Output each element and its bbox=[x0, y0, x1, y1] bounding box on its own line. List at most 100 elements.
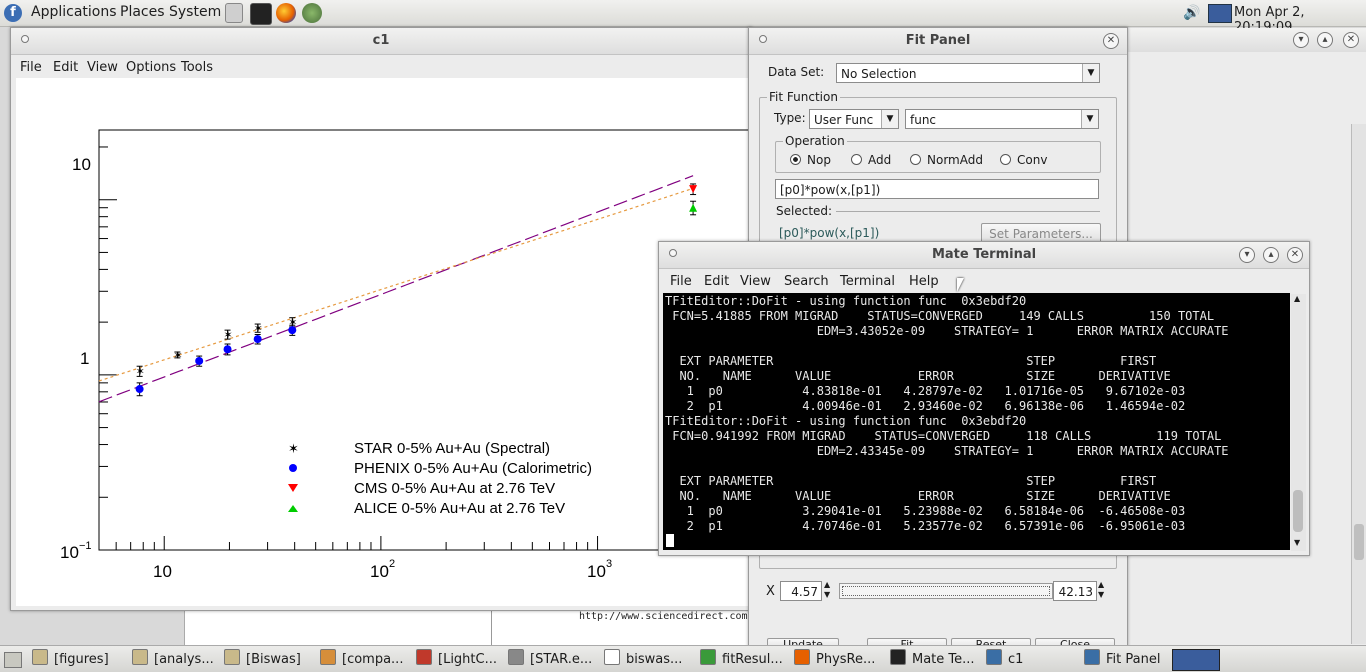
operation-normadd-label: NormAdd bbox=[927, 153, 983, 167]
terminal-menu-terminal[interactable]: Terminal bbox=[840, 274, 895, 289]
operation-add-label: Add bbox=[868, 153, 892, 167]
terminal-menu-help[interactable]: Help bbox=[909, 274, 939, 289]
terminal-scrollbar[interactable]: ▲ ▼ bbox=[1291, 294, 1306, 551]
scrollbar-thumb[interactable] bbox=[1354, 524, 1364, 560]
y-tick-label-0.1-exp: −1 bbox=[79, 540, 92, 552]
text-editor-launcher-icon[interactable] bbox=[225, 3, 243, 23]
system-menu[interactable]: System bbox=[169, 4, 221, 20]
data-set-label: Data Set: bbox=[768, 65, 825, 79]
data-set-value: No Selection bbox=[841, 67, 917, 81]
taskbar-app-icon bbox=[320, 649, 336, 665]
operation-normadd-radio[interactable]: NormAdd bbox=[910, 153, 983, 167]
x-max-spin-icon[interactable]: ▲ ▼ bbox=[1098, 580, 1104, 600]
taskbar-item[interactable]: Fit Panel bbox=[1084, 649, 1184, 669]
terminal-line: NO. NAME VALUE ERROR SIZE DERIVATIVE bbox=[665, 369, 1171, 383]
places-menu[interactable]: Places bbox=[120, 4, 165, 20]
operation-conv-radio[interactable]: Conv bbox=[1000, 153, 1047, 167]
data-point-phenix bbox=[253, 335, 262, 344]
operation-add-radio[interactable]: Add bbox=[851, 153, 891, 167]
operation-nop-radio[interactable]: Nop bbox=[790, 153, 831, 167]
taskbar-item[interactable]: c1 bbox=[986, 649, 1080, 669]
terminal-titlebar[interactable]: Mate Terminal ▾ ▴ ✕ bbox=[659, 242, 1309, 269]
formula-input[interactable]: [p0]*pow(x,[p1]) bbox=[775, 179, 1099, 199]
taskbar-item[interactable]: [Biswas] bbox=[224, 649, 318, 669]
workspace-switcher[interactable] bbox=[1172, 649, 1220, 671]
taskbar-item[interactable]: Mate Te... bbox=[890, 649, 984, 669]
chevron-down-icon[interactable]: ▼ bbox=[881, 110, 898, 128]
taskbar-item[interactable]: fitResul... bbox=[700, 649, 794, 669]
plot-canvas[interactable]: ✶ ✶ ✶ ✶ ✶ 10 1 10 −1 10 10 2 10 3 ✶ STAR 0-5… bbox=[16, 78, 750, 606]
terminal-menu-view[interactable]: View bbox=[740, 274, 771, 289]
taskbar-item-label: [analys... bbox=[154, 652, 214, 667]
x-min-input[interactable]: 4.57 bbox=[780, 581, 822, 601]
taskbar-item-label: [compa... bbox=[342, 652, 404, 667]
data-set-combo[interactable]: No Selection ▼ bbox=[836, 63, 1100, 83]
taskbar-item[interactable]: PhysRe... bbox=[794, 649, 888, 669]
x-tick-label-10: 10 bbox=[153, 562, 172, 581]
close-icon[interactable]: ✕ bbox=[1343, 32, 1359, 48]
scroll-up-icon[interactable]: ▲ bbox=[1294, 294, 1300, 303]
taskbar-app-icon bbox=[1084, 649, 1100, 665]
legend-marker-star: ✶ bbox=[288, 442, 299, 457]
y-tick-label-0.1-base: 10 bbox=[60, 543, 79, 562]
chevron-down-icon[interactable]: ▼ bbox=[1082, 64, 1099, 82]
background-scrollbar[interactable] bbox=[1351, 124, 1366, 644]
canvas-titlebar[interactable]: c1 bbox=[11, 28, 751, 55]
taskbar-item[interactable]: [compa... bbox=[320, 649, 414, 669]
close-icon[interactable]: ✕ bbox=[1103, 33, 1119, 49]
taskbar-item[interactable]: [LightC... bbox=[416, 649, 510, 669]
fit-panel-title: Fit Panel bbox=[905, 33, 971, 48]
legend-label-cms: CMS 0-5% Au+Au at 2.76 TeV bbox=[354, 480, 555, 497]
top-panel: f Applications Places System 🔊 Mon Apr 2… bbox=[0, 0, 1366, 35]
function-combo[interactable]: func ▼ bbox=[905, 109, 1099, 129]
applications-menu[interactable]: Applications bbox=[31, 4, 117, 20]
data-point-star: ✶ bbox=[224, 328, 233, 341]
taskbar-item-label: [figures] bbox=[54, 652, 109, 667]
plot-svg: ✶ ✶ ✶ ✶ ✶ 10 1 10 −1 10 10 2 10 3 ✶ STAR 0-5… bbox=[60, 129, 750, 581]
x-min-spin-icon[interactable]: ▲ ▼ bbox=[824, 580, 830, 600]
terminal-line: NO. NAME VALUE ERROR SIZE DERIVATIVE bbox=[665, 489, 1171, 503]
minimize-icon[interactable]: ▾ bbox=[1239, 247, 1255, 263]
taskbar-item[interactable]: biswas... bbox=[604, 649, 698, 669]
url-text: http://www.sciencedirect.com/s bbox=[579, 611, 760, 622]
terminal-launcher-icon[interactable] bbox=[250, 3, 272, 25]
network-status-icon[interactable] bbox=[1208, 4, 1232, 23]
maximize-icon[interactable]: ▴ bbox=[1317, 32, 1333, 48]
firefox-launcher-icon[interactable] bbox=[276, 3, 296, 23]
taskbar-app-icon bbox=[604, 649, 620, 665]
taskbar-app-icon bbox=[700, 649, 716, 665]
menu-view[interactable]: View bbox=[87, 60, 118, 75]
taskbar-item[interactable]: [analys... bbox=[132, 649, 226, 669]
legend: ✶ STAR 0-5% Au+Au (Spectral) PHENIX 0-5%… bbox=[288, 440, 592, 517]
terminal-menu-search[interactable]: Search bbox=[784, 274, 829, 289]
terminal-menu-edit[interactable]: Edit bbox=[704, 274, 729, 289]
terminal-line: EXT PARAMETER STEP FIRST bbox=[665, 474, 1157, 488]
data-point-phenix bbox=[223, 345, 232, 354]
y-tick-label-10: 10 bbox=[72, 155, 91, 174]
terminal-output[interactable]: TFitEditor::DoFit - using function func … bbox=[663, 293, 1290, 550]
minimize-icon[interactable]: ▾ bbox=[1293, 32, 1309, 48]
volume-icon[interactable]: 🔊 bbox=[1183, 5, 1200, 21]
x-max-input[interactable]: 42.13 bbox=[1053, 581, 1097, 601]
menu-edit[interactable]: Edit bbox=[53, 60, 78, 75]
menu-file[interactable]: File bbox=[20, 60, 42, 75]
function-value: func bbox=[910, 113, 937, 127]
maximize-icon[interactable]: ▴ bbox=[1263, 247, 1279, 263]
menu-tools[interactable]: Tools bbox=[181, 60, 213, 75]
data-point-star: ✶ bbox=[136, 365, 145, 378]
menu-options[interactable]: Options bbox=[126, 60, 176, 75]
terminal-scrollbar-thumb[interactable] bbox=[1293, 490, 1303, 532]
taskbar-item[interactable]: [figures] bbox=[32, 649, 126, 669]
terminal-menu-file[interactable]: File bbox=[670, 274, 692, 289]
chevron-down-icon[interactable]: ▼ bbox=[1081, 110, 1098, 128]
show-desktop-icon[interactable] bbox=[4, 652, 22, 668]
taskbar-app-icon bbox=[132, 649, 148, 665]
taskbar-item[interactable]: [STAR.e... bbox=[508, 649, 602, 669]
network-launcher-icon[interactable] bbox=[302, 3, 322, 23]
fit-panel-titlebar[interactable]: Fit Panel ✕ bbox=[749, 28, 1127, 55]
distro-logo-icon[interactable]: f bbox=[4, 4, 22, 22]
x-range-slider[interactable] bbox=[839, 583, 1053, 599]
close-icon[interactable]: ✕ bbox=[1287, 247, 1303, 263]
type-combo[interactable]: User Func ▼ bbox=[809, 109, 899, 129]
scroll-down-icon[interactable]: ▼ bbox=[1294, 538, 1300, 547]
